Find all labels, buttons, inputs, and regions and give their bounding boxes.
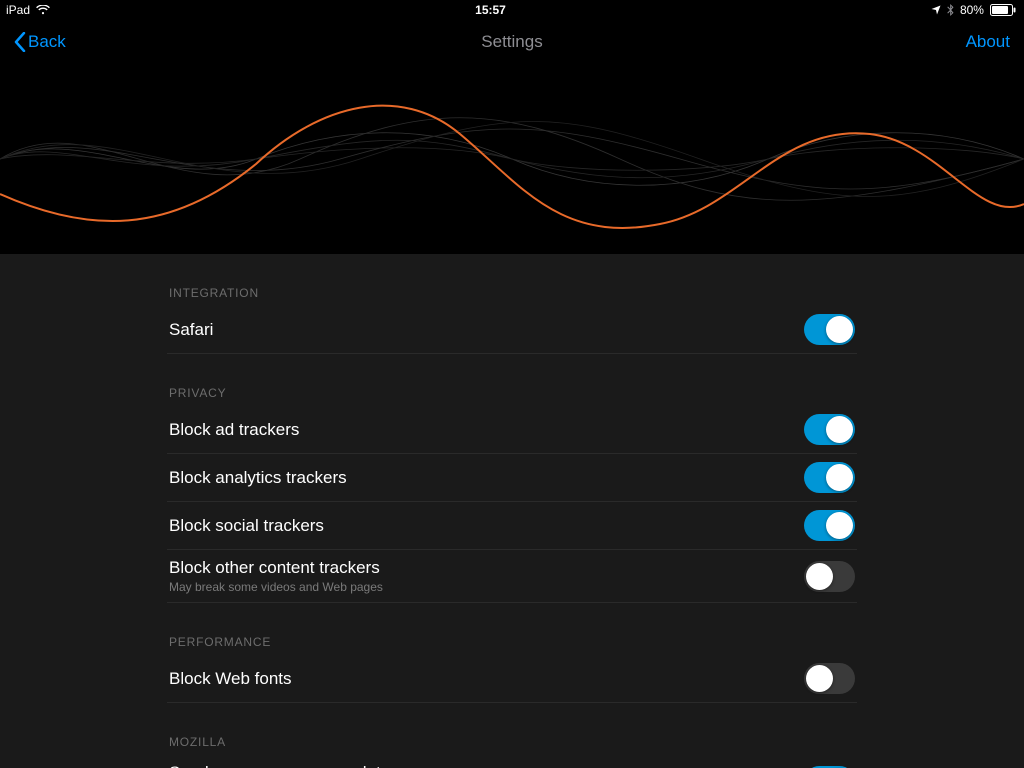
row-title: Block ad trackers (169, 420, 299, 440)
back-button[interactable]: Back (14, 32, 66, 52)
row-block-web-fonts: Block Web fonts (167, 655, 857, 703)
section-header-performance: PERFORMANCE (167, 627, 857, 655)
about-button[interactable]: About (966, 32, 1010, 52)
section-header-privacy: PRIVACY (167, 378, 857, 406)
status-right: 80% (931, 3, 1016, 17)
section-header-integration: INTEGRATION (167, 278, 857, 306)
toggle-block-web-fonts[interactable] (804, 663, 855, 694)
row-title: Block social trackers (169, 516, 324, 536)
row-block-social-trackers: Block social trackers (167, 502, 857, 550)
back-label: Back (28, 32, 66, 52)
section-header-mozilla: MOZILLA (167, 727, 857, 755)
toggle-block-social-trackers[interactable] (804, 510, 855, 541)
row-block-other-content-trackers: Block other content trackers May break s… (167, 550, 857, 603)
row-block-analytics-trackers: Block analytics trackers (167, 454, 857, 502)
location-icon (931, 5, 941, 15)
battery-percent: 80% (960, 3, 984, 17)
row-title: Block analytics trackers (169, 468, 347, 488)
row-title: Block Web fonts (169, 669, 292, 689)
toggle-block-other-content-trackers[interactable] (804, 561, 855, 592)
status-time: 15:57 (475, 3, 506, 17)
device-label: iPad (6, 3, 30, 17)
nav-bar: Back Settings About (0, 20, 1024, 64)
battery-icon (990, 4, 1016, 16)
about-label: About (966, 32, 1010, 52)
toggle-safari[interactable] (804, 314, 855, 345)
page-title: Settings (481, 32, 542, 52)
settings-list: INTEGRATION Safari PRIVACY Block ad trac… (167, 254, 857, 768)
toggle-block-analytics-trackers[interactable] (804, 462, 855, 493)
toggle-block-ad-trackers[interactable] (804, 414, 855, 445)
wifi-icon (36, 5, 50, 15)
chevron-left-icon (14, 32, 26, 52)
bluetooth-icon (947, 4, 954, 16)
settings-content: INTEGRATION Safari PRIVACY Block ad trac… (0, 254, 1024, 768)
row-safari: Safari (167, 306, 857, 354)
row-title: Send anonymous usage data (169, 763, 390, 768)
row-title: Block other content trackers (169, 558, 383, 578)
row-send-usage-data: Send anonymous usage data Learn more (167, 755, 857, 768)
row-title: Safari (169, 320, 213, 340)
row-subtitle: May break some videos and Web pages (169, 580, 383, 594)
hero-wave-graphic (0, 64, 1024, 254)
status-left: iPad (6, 3, 50, 17)
status-bar: iPad 15:57 80% (0, 0, 1024, 20)
row-block-ad-trackers: Block ad trackers (167, 406, 857, 454)
